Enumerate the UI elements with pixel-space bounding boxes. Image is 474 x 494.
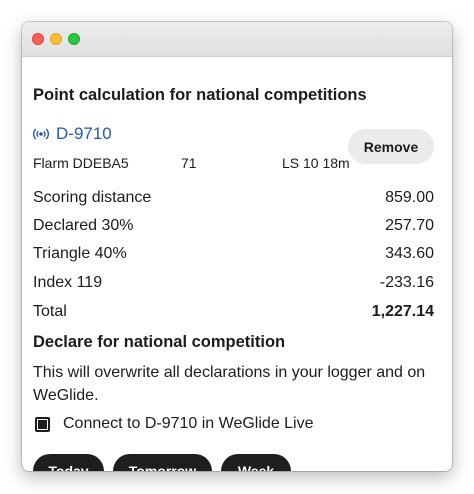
score-total-value: 1,227.14 <box>371 303 434 320</box>
remove-button[interactable]: Remove <box>348 129 434 164</box>
app-window: Point calculation for national competiti… <box>22 22 452 471</box>
point-calc-heading: Point calculation for national competiti… <box>33 86 367 104</box>
glider-registration: D-9710 <box>56 124 112 143</box>
score-label: Declared 30% <box>33 217 134 234</box>
score-row-triangle: Triangle 40% 343.60 <box>33 243 434 265</box>
connect-live-checkbox[interactable] <box>35 416 50 432</box>
flarm-id: Flarm DDEBA5 <box>33 155 129 171</box>
today-button[interactable]: Today <box>33 454 104 471</box>
score-value: 257.70 <box>385 217 434 234</box>
score-row-index: Index 119 -233.16 <box>33 272 434 294</box>
maximize-window-button[interactable] <box>68 33 80 45</box>
score-value: 859.00 <box>385 189 434 206</box>
content-area: Point calculation for national competiti… <box>33 56 441 471</box>
antenna-icon <box>33 128 49 140</box>
declare-heading: Declare for national competition <box>33 333 286 351</box>
score-label: Scoring distance <box>33 189 152 206</box>
score-row-declared: Declared 30% 257.70 <box>33 215 434 237</box>
score-label: Index 119 <box>33 274 103 291</box>
tomorrow-button[interactable]: Tomorrow <box>113 454 212 471</box>
score-label: Total <box>33 303 67 320</box>
close-window-button[interactable] <box>32 33 44 45</box>
glider-number: 71 <box>181 155 197 171</box>
checkbox-checked-mark <box>38 419 47 429</box>
glider-class: LS 10 18m <box>282 155 350 171</box>
score-row-total: Total 1,227.14 <box>33 301 434 323</box>
connect-live-checkbox-row[interactable]: Connect to D-9710 in WeGlide Live <box>35 415 314 433</box>
score-label: Triangle 40% <box>33 245 127 262</box>
glider-registration-link[interactable]: D-9710 <box>33 124 112 144</box>
declare-day-buttons: Today Tomorrow Week <box>33 454 291 471</box>
declare-description: This will overwrite all declarations in … <box>33 364 426 404</box>
score-value: -233.16 <box>379 274 434 291</box>
score-value: 343.60 <box>385 245 434 262</box>
score-row-scoring-distance: Scoring distance 859.00 <box>33 187 434 209</box>
title-bar <box>22 22 452 57</box>
minimize-window-button[interactable] <box>50 33 62 45</box>
week-button[interactable]: Week <box>221 454 291 471</box>
connect-live-label: Connect to D-9710 in WeGlide Live <box>63 415 314 432</box>
